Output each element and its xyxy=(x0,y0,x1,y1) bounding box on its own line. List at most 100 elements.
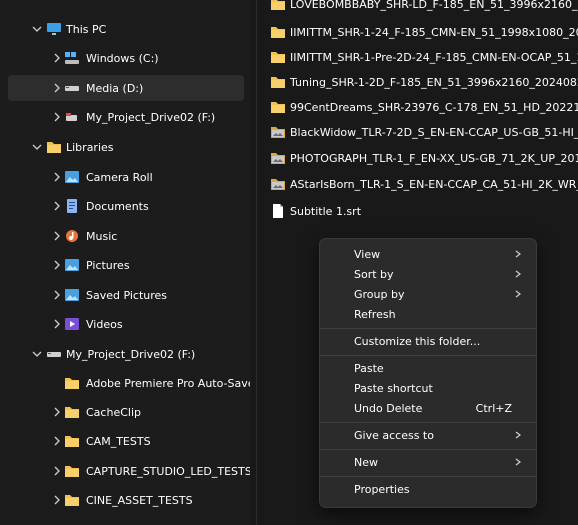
menu-item-sort-by[interactable]: Sort by xyxy=(324,264,532,284)
file-icon xyxy=(273,204,283,218)
folder-icon xyxy=(64,493,80,507)
context-menu: View Sort by Group by Refresh Customize … xyxy=(319,238,537,508)
menu-item-new[interactable]: New xyxy=(324,452,532,472)
nav-item-label: My_Project_Drive02 (F:) xyxy=(86,110,216,124)
nav-item-project-drive-f-expanded[interactable]: My_Project_Drive02 (F:) xyxy=(8,341,244,367)
list-item[interactable]: AStarIsBorn_TLR-1_S_EN-EN-CCAP_CA_51-HI_… xyxy=(270,173,578,195)
list-item[interactable]: Subtitle 1.srt xyxy=(270,200,361,222)
menu-item-give-access[interactable]: Give access to xyxy=(324,425,532,445)
menu-separator xyxy=(320,449,536,450)
nav-item-label: My_Project_Drive02 (F:) xyxy=(66,347,196,361)
nav-item-camera-roll[interactable]: Camera Roll xyxy=(8,164,244,190)
menu-item-paste[interactable]: Paste xyxy=(324,358,532,378)
menu-separator xyxy=(320,422,536,423)
chevron-right-icon[interactable] xyxy=(52,495,62,505)
chevron-right-icon[interactable] xyxy=(52,172,62,182)
nav-item-label: Windows (C:) xyxy=(86,51,159,65)
chevron-right-icon[interactable] xyxy=(52,319,62,329)
music-icon xyxy=(64,229,80,243)
file-name: PHOTOGRAPH_TLR-1_F_EN-XX_US-GB_71_2K_UP_… xyxy=(290,151,578,165)
menu-item-paste-shortcut[interactable]: Paste shortcut xyxy=(324,378,532,398)
nav-item-project-drive-f[interactable]: My_Project_Drive02 (F:) xyxy=(8,104,244,130)
folder-icon xyxy=(64,376,80,390)
list-item[interactable]: IIMITTM_SHR-1-Pre-2D-24_F-185_CMN-EN-OCA… xyxy=(270,46,578,68)
nav-item-label: This PC xyxy=(66,22,107,36)
menu-item-customize-folder[interactable]: Customize this folder... xyxy=(324,331,532,351)
chevron-right-icon[interactable] xyxy=(52,407,62,417)
menu-item-label: Properties xyxy=(354,482,410,496)
nav-item-label: CAPTURE_STUDIO_LED_TESTS xyxy=(86,464,250,478)
chevron-down-icon[interactable] xyxy=(32,142,42,152)
pictures-icon xyxy=(64,258,80,272)
drive-icon xyxy=(64,81,80,95)
menu-item-label: Undo Delete xyxy=(354,401,423,415)
list-item[interactable]: IIMITTM_SHR-1-24_F-185_CMN-EN_51_1998x10… xyxy=(270,21,578,43)
nav-item-media-d[interactable]: Media (D:) xyxy=(8,75,244,101)
list-item[interactable]: 99CentDreams_SHR-23976_C-178_EN_51_HD_20… xyxy=(270,96,578,118)
windows-drive-icon xyxy=(64,51,80,65)
chevron-right-icon[interactable] xyxy=(52,436,62,446)
list-item[interactable]: LOVEBOMBBABY_SHR-LD_F-185_EN_51_3996x216… xyxy=(270,0,578,15)
chevron-down-icon[interactable] xyxy=(32,24,42,34)
nav-item-capture-studio[interactable]: CAPTURE_STUDIO_LED_TESTS xyxy=(8,458,250,484)
file-name: LOVEBOMBBABY_SHR-LD_F-185_EN_51_3996x216… xyxy=(290,0,578,11)
chevron-right-icon[interactable] xyxy=(52,83,62,93)
nav-item-libraries[interactable]: Libraries xyxy=(8,134,244,160)
file-name: IIMITTM_SHR-1-24_F-185_CMN-EN_51_1998x10… xyxy=(290,25,578,39)
chevron-right-icon[interactable] xyxy=(52,53,62,63)
menu-item-refresh[interactable]: Refresh xyxy=(324,304,532,324)
nav-item-windows-c[interactable]: Windows (C:) xyxy=(8,45,244,71)
menu-item-properties[interactable]: Properties xyxy=(324,479,532,499)
file-name: 99CentDreams_SHR-23976_C-178_EN_51_HD_20… xyxy=(290,100,578,114)
nav-item-label: Media (D:) xyxy=(86,81,144,95)
navigation-pane: This PC Windows (C:) Media (D:) My_Proje… xyxy=(0,0,250,525)
nav-item-videos[interactable]: Videos xyxy=(8,311,244,337)
menu-separator xyxy=(320,476,536,477)
menu-item-undo-delete[interactable]: Undo Delete Ctrl+Z xyxy=(324,398,532,418)
nav-item-documents[interactable]: Documents xyxy=(8,193,244,219)
chevron-right-icon[interactable] xyxy=(52,290,62,300)
nav-item-label: CAM_TESTS xyxy=(86,434,151,448)
chevron-right-icon[interactable] xyxy=(52,231,62,241)
nav-item-saved-pictures[interactable]: Saved Pictures xyxy=(8,282,244,308)
chevron-down-icon[interactable] xyxy=(32,349,42,359)
nav-item-label: CacheClip xyxy=(86,405,141,419)
menu-item-label: Refresh xyxy=(354,307,396,321)
nav-item-cacheclip[interactable]: CacheClip xyxy=(8,399,244,425)
nav-item-label: Videos xyxy=(86,317,123,331)
image-folder-icon xyxy=(271,153,285,164)
chevron-right-icon[interactable] xyxy=(52,201,62,211)
menu-item-label: Group by xyxy=(354,287,405,301)
nav-item-label: Music xyxy=(86,229,118,243)
chevron-right-icon[interactable] xyxy=(52,260,62,270)
menu-item-group-by[interactable]: Group by xyxy=(324,284,532,304)
nav-item-music[interactable]: Music xyxy=(8,223,244,249)
nav-item-label: Libraries xyxy=(66,140,114,154)
nav-item-this-pc[interactable]: This PC xyxy=(8,16,244,42)
chevron-right-icon xyxy=(515,431,521,439)
chevron-right-icon xyxy=(515,250,521,258)
chevron-right-icon xyxy=(515,290,521,298)
image-folder-icon xyxy=(271,179,285,190)
chevron-right-icon xyxy=(515,270,521,278)
list-item[interactable]: Tuning_SHR-1-2D_F-185_EN_51_3996x2160_20… xyxy=(270,71,578,93)
nav-item-pictures[interactable]: Pictures xyxy=(8,252,244,278)
nav-item-cine-asset-tests[interactable]: CINE_ASSET_TESTS xyxy=(8,487,244,513)
menu-item-label: New xyxy=(354,455,378,469)
nav-item-cam-tests[interactable]: CAM_TESTS xyxy=(8,428,244,454)
file-name: Tuning_SHR-1-2D_F-185_EN_51_3996x2160_20… xyxy=(290,75,578,89)
menu-item-label: Customize this folder... xyxy=(354,334,481,348)
chevron-right-icon[interactable] xyxy=(52,466,62,476)
pane-divider[interactable] xyxy=(256,0,257,525)
nav-item-label: Pictures xyxy=(86,258,130,272)
chevron-right-icon[interactable] xyxy=(52,112,62,122)
menu-item-label: View xyxy=(354,247,381,261)
menu-separator xyxy=(320,355,536,356)
chevron-right-icon xyxy=(515,458,521,466)
list-item[interactable]: BlackWidow_TLR-7-2D_S_EN-EN-CCAP_US-GB_5… xyxy=(270,121,578,143)
menu-item-view[interactable]: View xyxy=(324,244,532,264)
list-item[interactable]: PHOTOGRAPH_TLR-1_F_EN-XX_US-GB_71_2K_UP_… xyxy=(270,147,578,169)
documents-icon xyxy=(64,199,80,213)
nav-item-premiere-autosave[interactable]: Adobe Premiere Pro Auto-Save xyxy=(8,370,250,396)
menu-item-label: Paste shortcut xyxy=(354,381,433,395)
